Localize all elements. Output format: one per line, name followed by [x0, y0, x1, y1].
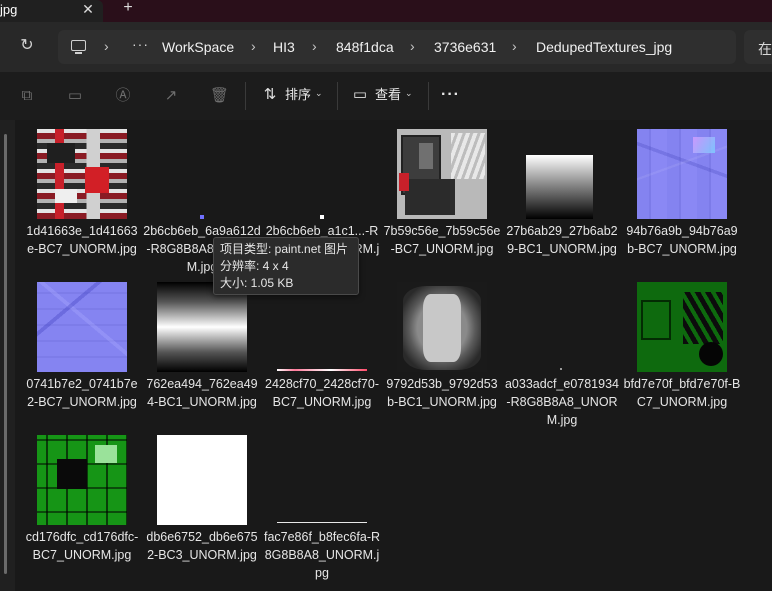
thumbnail — [526, 155, 593, 219]
file-explorer-window: jpg ✕ + ↻ › ··· WorkSpace › HI3 › 848f1d… — [0, 0, 772, 591]
more-options-icon[interactable]: ··· — [441, 86, 460, 104]
file-name: 762ea494_762ea494-BC1_UNORM.jpg — [146, 377, 258, 409]
file-name: db6e6752_db6e6752-BC3_UNORM.jpg — [146, 530, 258, 562]
sort-button[interactable]: ⇅ 排序 ⌄ — [261, 84, 323, 108]
file-item[interactable]: cd176dfc_cd176dfc-BC7_UNORM.jpg — [23, 426, 141, 576]
file-name: bfd7e70f_bfd7e70f-BC7_UNORM.jpg — [623, 377, 741, 409]
file-item[interactable]: 1d41663e_1d41663e-BC7_UNORM.jpg — [23, 120, 141, 270]
tooltip-dimensions: 分辨率: 4 x 4 — [220, 259, 289, 273]
tab-title: jpg — [0, 2, 18, 17]
thumbnail — [157, 129, 247, 219]
thumbnail — [37, 435, 127, 525]
paste-icon[interactable]: ▭ — [66, 87, 84, 105]
address-bar[interactable]: › ··· WorkSpace › HI3 › 848f1dca › 3736e… — [58, 30, 736, 64]
thumbnail — [397, 282, 487, 372]
file-item[interactable]: 7b59c56e_7b59c56e-BC7_UNORM.jpg — [383, 120, 501, 270]
file-name: 1d41663e_1d41663e-BC7_UNORM.jpg — [26, 224, 138, 256]
scrollbar[interactable] — [4, 134, 7, 574]
chevron-right-icon[interactable]: › — [251, 38, 256, 54]
file-name: 2428cf70_2428cf70-BC7_UNORM.jpg — [265, 377, 379, 409]
copy-icon[interactable]: ⧉ — [18, 87, 36, 105]
file-item[interactable]: 2428cf70_2428cf70-BC7_UNORM.jpg — [263, 273, 381, 423]
divider — [337, 82, 338, 110]
chevron-right-icon[interactable]: › — [512, 38, 517, 54]
view-icon: ▭ — [352, 85, 368, 103]
more-crumbs-icon[interactable]: ··· — [132, 36, 149, 52]
thumbnail — [157, 282, 247, 372]
file-item[interactable]: 762ea494_762ea494-BC1_UNORM.jpg — [143, 273, 261, 423]
refresh-icon[interactable]: ↻ — [17, 36, 37, 56]
divider — [245, 82, 246, 110]
file-grid: 1d41663e_1d41663e-BC7_UNORM.jpg 2b6cb6eb… — [16, 120, 772, 591]
file-name: 0741b7e2_0741b7e2-BC7_UNORM.jpg — [26, 377, 138, 409]
file-name: a033adcf_e0781934-R8G8B8A8_UNORM.jpg — [504, 377, 619, 427]
file-item[interactable]: db6e6752_db6e6752-BC3_UNORM.jpg — [143, 426, 261, 576]
file-name: cd176dfc_cd176dfc-BC7_UNORM.jpg — [25, 530, 139, 562]
file-tooltip: 项目类型: paint.net 图片 分辨率: 4 x 4 大小: 1.05 K… — [213, 237, 359, 295]
search-input[interactable]: 在 — [744, 30, 772, 64]
thumbnail — [517, 282, 607, 372]
search-placeholder: 在 — [758, 41, 772, 57]
breadcrumb-deduped-textures[interactable]: DedupedTextures_jpg — [536, 39, 672, 55]
file-item[interactable]: bfd7e70f_bfd7e70f-BC7_UNORM.jpg — [623, 273, 741, 423]
breadcrumb-hi3[interactable]: HI3 — [273, 39, 295, 55]
sort-icon: ⇅ — [263, 85, 277, 103]
sort-label: 排序 — [285, 87, 312, 102]
thumbnail — [397, 129, 487, 219]
tab-current[interactable]: jpg ✕ — [0, 0, 103, 22]
file-item[interactable]: 9792d53b_9792d53b-BC1_UNORM.jpg — [383, 273, 501, 423]
this-pc-icon[interactable] — [70, 38, 88, 56]
thumbnail — [637, 282, 727, 372]
rename-icon[interactable]: Ⓐ — [114, 87, 132, 105]
thumbnail — [637, 129, 727, 219]
thumbnail — [157, 435, 247, 525]
navigation-pane — [0, 120, 15, 591]
tooltip-file-size: 大小: 1.05 KB — [220, 276, 294, 290]
tab-bar: jpg ✕ + — [0, 0, 772, 22]
view-button[interactable]: ▭ 查看 ⌄ — [351, 84, 413, 108]
chevron-down-icon: ⌄ — [405, 88, 413, 98]
breadcrumb-3736e631[interactable]: 3736e631 — [434, 39, 496, 55]
share-icon[interactable]: ↗ — [162, 87, 180, 105]
view-label: 查看 — [375, 87, 402, 102]
thumbnail — [277, 435, 367, 525]
command-bar: ⧉ ▭ Ⓐ ↗ 🗑 ⇅ 排序 ⌄ ▭ 查看 ⌄ ··· — [0, 72, 772, 120]
file-item[interactable]: a033adcf_e0781934-R8G8B8A8_UNORM.jpg — [503, 273, 621, 427]
thumbnail — [277, 282, 367, 372]
file-item[interactable]: 27b6ab29_27b6ab29-BC1_UNORM.jpg — [503, 120, 621, 270]
thumbnail — [277, 129, 367, 219]
file-name: fac7e86f_b8fec6fa-R8G8B8A8_UNORM.jpg — [263, 530, 381, 580]
file-name: 27b6ab29_27b6ab29-BC1_UNORM.jpg — [506, 224, 618, 256]
chevron-right-icon[interactable]: › — [410, 38, 415, 54]
address-row: ↻ › ··· WorkSpace › HI3 › 848f1dca › 373… — [0, 22, 772, 72]
tooltip-type: 项目类型: paint.net 图片 — [220, 242, 349, 256]
chevron-down-icon: ⌄ — [315, 88, 323, 98]
breadcrumb-848f1dca[interactable]: 848f1dca — [336, 39, 394, 55]
new-tab-icon[interactable]: + — [119, 0, 137, 17]
file-name: 9792d53b_9792d53b-BC1_UNORM.jpg — [386, 377, 498, 409]
delete-icon[interactable]: 🗑 — [210, 87, 229, 105]
chevron-right-icon[interactable]: › — [312, 38, 317, 54]
chevron-right-icon[interactable]: › — [104, 38, 109, 54]
breadcrumb-workspace[interactable]: WorkSpace — [162, 39, 234, 55]
close-icon[interactable]: ✕ — [80, 0, 96, 18]
file-item[interactable]: 0741b7e2_0741b7e2-BC7_UNORM.jpg — [23, 273, 141, 423]
file-name: 94b76a9b_94b76a9b-BC7_UNORM.jpg — [626, 224, 738, 256]
file-name: 7b59c56e_7b59c56e-BC7_UNORM.jpg — [383, 224, 501, 256]
file-item[interactable]: 94b76a9b_94b76a9b-BC7_UNORM.jpg — [623, 120, 741, 270]
divider — [428, 82, 429, 110]
thumbnail — [37, 282, 127, 372]
file-item[interactable]: fac7e86f_b8fec6fa-R8G8B8A8_UNORM.jpg — [263, 426, 381, 580]
thumbnail — [37, 129, 127, 219]
